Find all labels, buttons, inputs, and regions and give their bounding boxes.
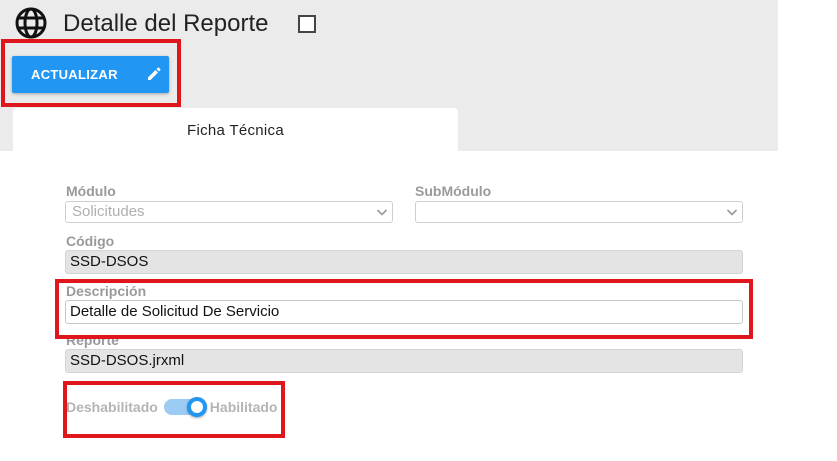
globe-icon bbox=[15, 7, 47, 39]
descripcion-label: Descripción bbox=[66, 283, 151, 299]
tab-ficha-tecnica[interactable]: Ficha Técnica bbox=[13, 108, 458, 152]
update-button-label: ACTUALIZAR bbox=[31, 67, 118, 82]
chevron-down-icon bbox=[376, 209, 388, 216]
modulo-value: Solicitudes bbox=[72, 203, 145, 220]
tab-label: Ficha Técnica bbox=[187, 121, 284, 139]
toggle-knob bbox=[186, 397, 207, 417]
modulo-select[interactable]: Solicitudes bbox=[65, 201, 393, 223]
chevron-down-icon bbox=[726, 209, 738, 216]
reporte-label: Reporte bbox=[66, 332, 119, 348]
estado-toggle[interactable] bbox=[162, 397, 207, 417]
modulo-label: Módulo bbox=[66, 183, 116, 199]
codigo-field[interactable]: SSD-DSOS bbox=[65, 250, 743, 274]
toggle-on-label: Habilitado bbox=[209, 399, 278, 415]
submodulo-label: SubMódulo bbox=[415, 183, 492, 199]
toggle-off-label: Deshabilitado bbox=[66, 399, 158, 415]
update-button[interactable]: ACTUALIZAR bbox=[12, 56, 169, 93]
submodulo-select[interactable] bbox=[415, 201, 743, 223]
pencil-icon bbox=[148, 67, 161, 80]
page-title: Detalle del Reporte bbox=[63, 10, 269, 37]
maximize-icon[interactable] bbox=[298, 15, 316, 33]
estado-toggle-row: Deshabilitado Habilitado bbox=[66, 397, 277, 417]
reporte-field[interactable]: SSD-DSOS.jrxml bbox=[65, 349, 743, 373]
codigo-label: Código bbox=[66, 233, 115, 249]
descripcion-field[interactable]: Detalle de Solicitud De Servicio bbox=[65, 300, 743, 324]
